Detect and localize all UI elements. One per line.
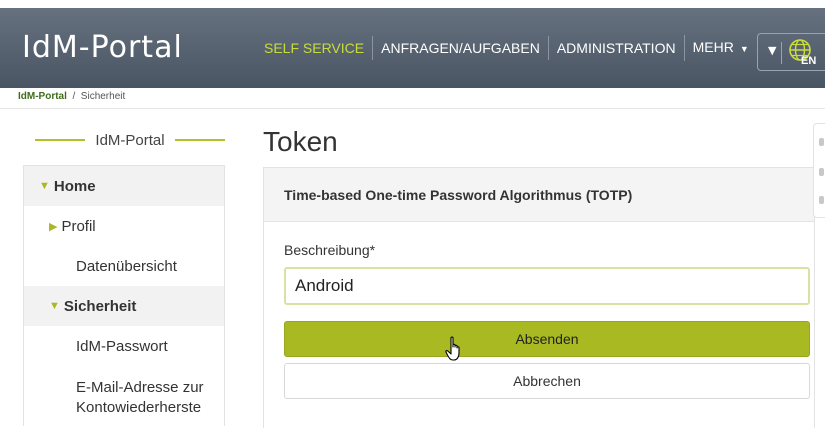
nav-mehr[interactable]: MEHR ▼ xyxy=(683,35,757,61)
sidebar-item-home[interactable]: ▼ Home xyxy=(24,166,224,206)
breadcrumb: IdM-Portal / Sicherheit xyxy=(18,91,125,102)
title-rule-right xyxy=(174,139,225,141)
side-toolbar[interactable] xyxy=(813,123,825,218)
triangle-right-icon: ▶ xyxy=(49,220,58,233)
sidebar-item-profil[interactable]: ▶ Profil xyxy=(24,206,224,246)
breadcrumb-current: Sicherheit xyxy=(80,91,126,102)
hand-cursor-icon xyxy=(445,336,460,361)
sidebar-item-label: Home xyxy=(53,177,96,195)
sidebar-item-label: Profil xyxy=(61,217,96,235)
toolbar-icon xyxy=(819,168,824,176)
breadcrumb-home-link[interactable]: IdM-Portal xyxy=(18,91,67,102)
caret-down-icon: ▼ xyxy=(768,44,777,57)
nav-anfragen-aufgaben[interactable]: ANFRAGEN/AUFGABEN xyxy=(372,36,548,60)
nav-self-service[interactable]: SELF SERVICE xyxy=(258,36,372,60)
title-rule-left xyxy=(35,139,86,141)
triangle-down-icon: ▼ xyxy=(49,300,60,312)
sidebar-nav: ▼ Home ▶ Profil Datenübersicht ▼ Sicherheit… xyxy=(23,165,225,426)
submit-button[interactable]: Absenden xyxy=(284,321,810,357)
nav-administration[interactable]: ADMINISTRATION xyxy=(547,36,684,60)
sidebar-item-idm-passwort[interactable]: IdM-Passwort xyxy=(24,326,224,366)
totp-panel: Time-based One-time Password Algorithmus… xyxy=(263,167,815,428)
sidebar-title: IdM-Portal xyxy=(35,130,225,150)
sidebar-title-text: IdM-Portal xyxy=(95,131,165,149)
app-logo[interactable]: IdM-Portal xyxy=(22,30,183,65)
panel-title: Time-based One-time Password Algorithmus… xyxy=(264,168,814,222)
sidebar-item-label: Sicherheit xyxy=(63,297,137,315)
breadcrumb-separator: / xyxy=(72,91,76,102)
description-input[interactable] xyxy=(284,267,810,305)
nav-mehr-label: MEHR xyxy=(692,39,734,56)
description-label: Beschreibung* xyxy=(284,242,376,258)
sidebar-item-sicherheit[interactable]: ▼ Sicherheit xyxy=(24,286,224,326)
sidebar-item-label: Datenübersicht xyxy=(76,257,177,275)
toolbar-icon xyxy=(819,196,824,204)
triangle-down-icon: ▼ xyxy=(39,180,50,192)
top-header: IdM-Portal SELF SERVICE ANFRAGEN/AUFGABE… xyxy=(0,8,825,88)
language-selector[interactable]: ▼ EN xyxy=(757,33,825,71)
lang-code: EN xyxy=(801,55,816,67)
divider xyxy=(0,108,825,109)
sidebar-item-email-recovery[interactable]: E-Mail-Adresse zur Kontowiederherste xyxy=(24,366,224,418)
sidebar-item-label: E-Mail-Adresse zur Kontowiederherste xyxy=(76,379,204,416)
globe-icon: EN xyxy=(789,39,816,67)
main-nav: SELF SERVICE ANFRAGEN/AUFGABEN ADMINISTR… xyxy=(258,35,757,61)
chevron-down-icon: ▼ xyxy=(739,43,749,54)
sidebar-item-label: IdM-Passwort xyxy=(76,337,168,355)
toolbar-icon xyxy=(819,138,824,146)
page-title: Token xyxy=(263,126,338,157)
lang-divider xyxy=(781,42,782,64)
sidebar-item-datenuebersicht[interactable]: Datenübersicht xyxy=(24,246,224,286)
cancel-button[interactable]: Abbrechen xyxy=(284,363,810,399)
